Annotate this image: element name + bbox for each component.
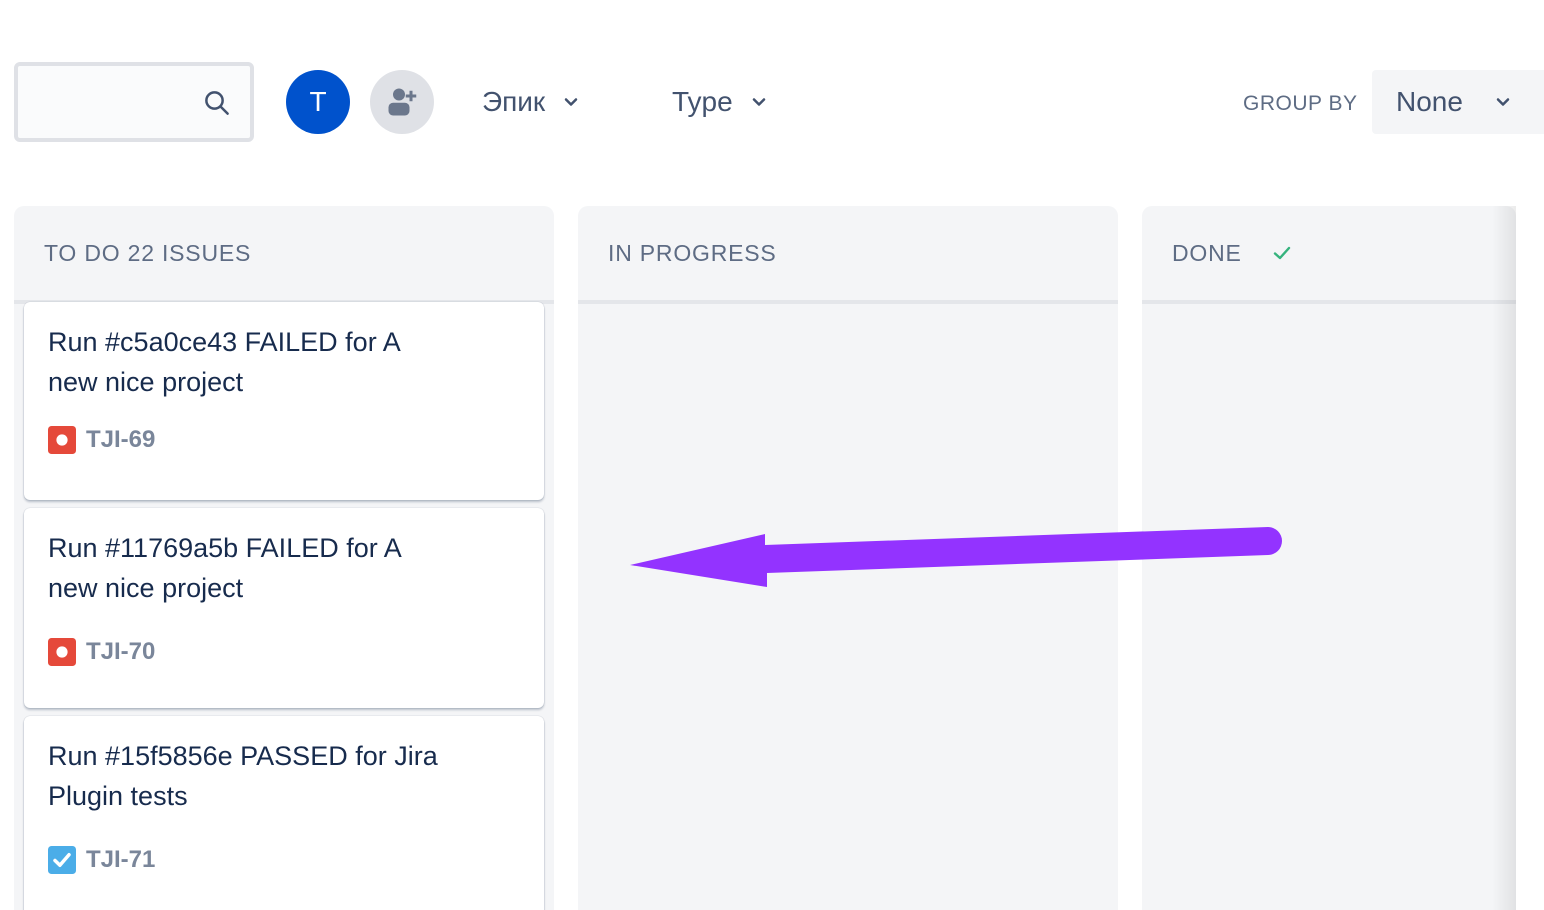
type-filter-label: Type <box>672 86 733 117</box>
avatar-initial: T <box>309 86 327 117</box>
task-icon <box>48 846 76 874</box>
search-icon[interactable] <box>202 88 232 118</box>
issue-key[interactable]: TJI-69 <box>86 426 155 454</box>
add-person-icon <box>388 88 417 116</box>
type-filter[interactable]: Type <box>672 78 769 126</box>
issue-key[interactable]: TJI-71 <box>86 846 155 874</box>
bug-icon <box>48 426 76 454</box>
column-title: IN PROGRESS <box>608 239 777 266</box>
issue-title: Run #15f5856e PASSED for Jira Plugin tes… <box>48 741 438 811</box>
group-by-select[interactable]: None <box>1372 70 1544 134</box>
column-title: TO DO 22 ISSUES <box>44 239 252 266</box>
column-header-todo: TO DO 22 ISSUES <box>14 206 554 304</box>
column-title: DONE <box>1172 239 1242 266</box>
search-box[interactable] <box>14 62 254 142</box>
epic-filter[interactable]: Эпик <box>482 78 581 126</box>
issue-card[interactable]: Run #11769a5b FAILED for A new nice proj… <box>24 508 544 708</box>
group-by-value: None <box>1396 86 1463 117</box>
bug-icon <box>48 638 76 666</box>
column-todo: TO DO 22 ISSUES Run #c5a0ce43 FAILED for… <box>14 206 554 910</box>
issue-title: Run #11769a5b FAILED for A new nice proj… <box>48 533 401 603</box>
add-people-button[interactable] <box>370 70 434 134</box>
search-input[interactable] <box>28 82 198 122</box>
issue-card[interactable]: Run #15f5856e PASSED for Jira Plugin tes… <box>24 716 544 910</box>
issue-title: Run #c5a0ce43 FAILED for A new nice proj… <box>48 327 400 397</box>
chevron-down-icon <box>752 98 765 106</box>
user-avatar[interactable]: T <box>286 70 350 134</box>
column-in-progress: IN PROGRESS <box>578 206 1118 910</box>
issue-card[interactable]: Run #c5a0ce43 FAILED for A new nice proj… <box>24 302 544 500</box>
chevron-down-icon <box>1496 98 1510 106</box>
issue-key-row: TJI-69 <box>48 426 155 454</box>
board-page: T Эпик Type GROUP BY None TO DO 22 ISSUE… <box>0 0 1544 910</box>
issue-key-row: TJI-70 <box>48 638 155 666</box>
column-header-done: DONE <box>1142 206 1516 304</box>
issue-key-row: TJI-71 <box>48 846 155 874</box>
check-icon <box>1273 246 1290 260</box>
column-done: DONE <box>1142 206 1516 910</box>
group-by-label: GROUP BY <box>1243 92 1358 115</box>
column-header-in-progress: IN PROGRESS <box>578 206 1118 304</box>
issue-key[interactable]: TJI-70 <box>86 638 155 666</box>
epic-filter-label: Эпик <box>482 86 546 117</box>
chevron-down-icon <box>564 98 578 106</box>
